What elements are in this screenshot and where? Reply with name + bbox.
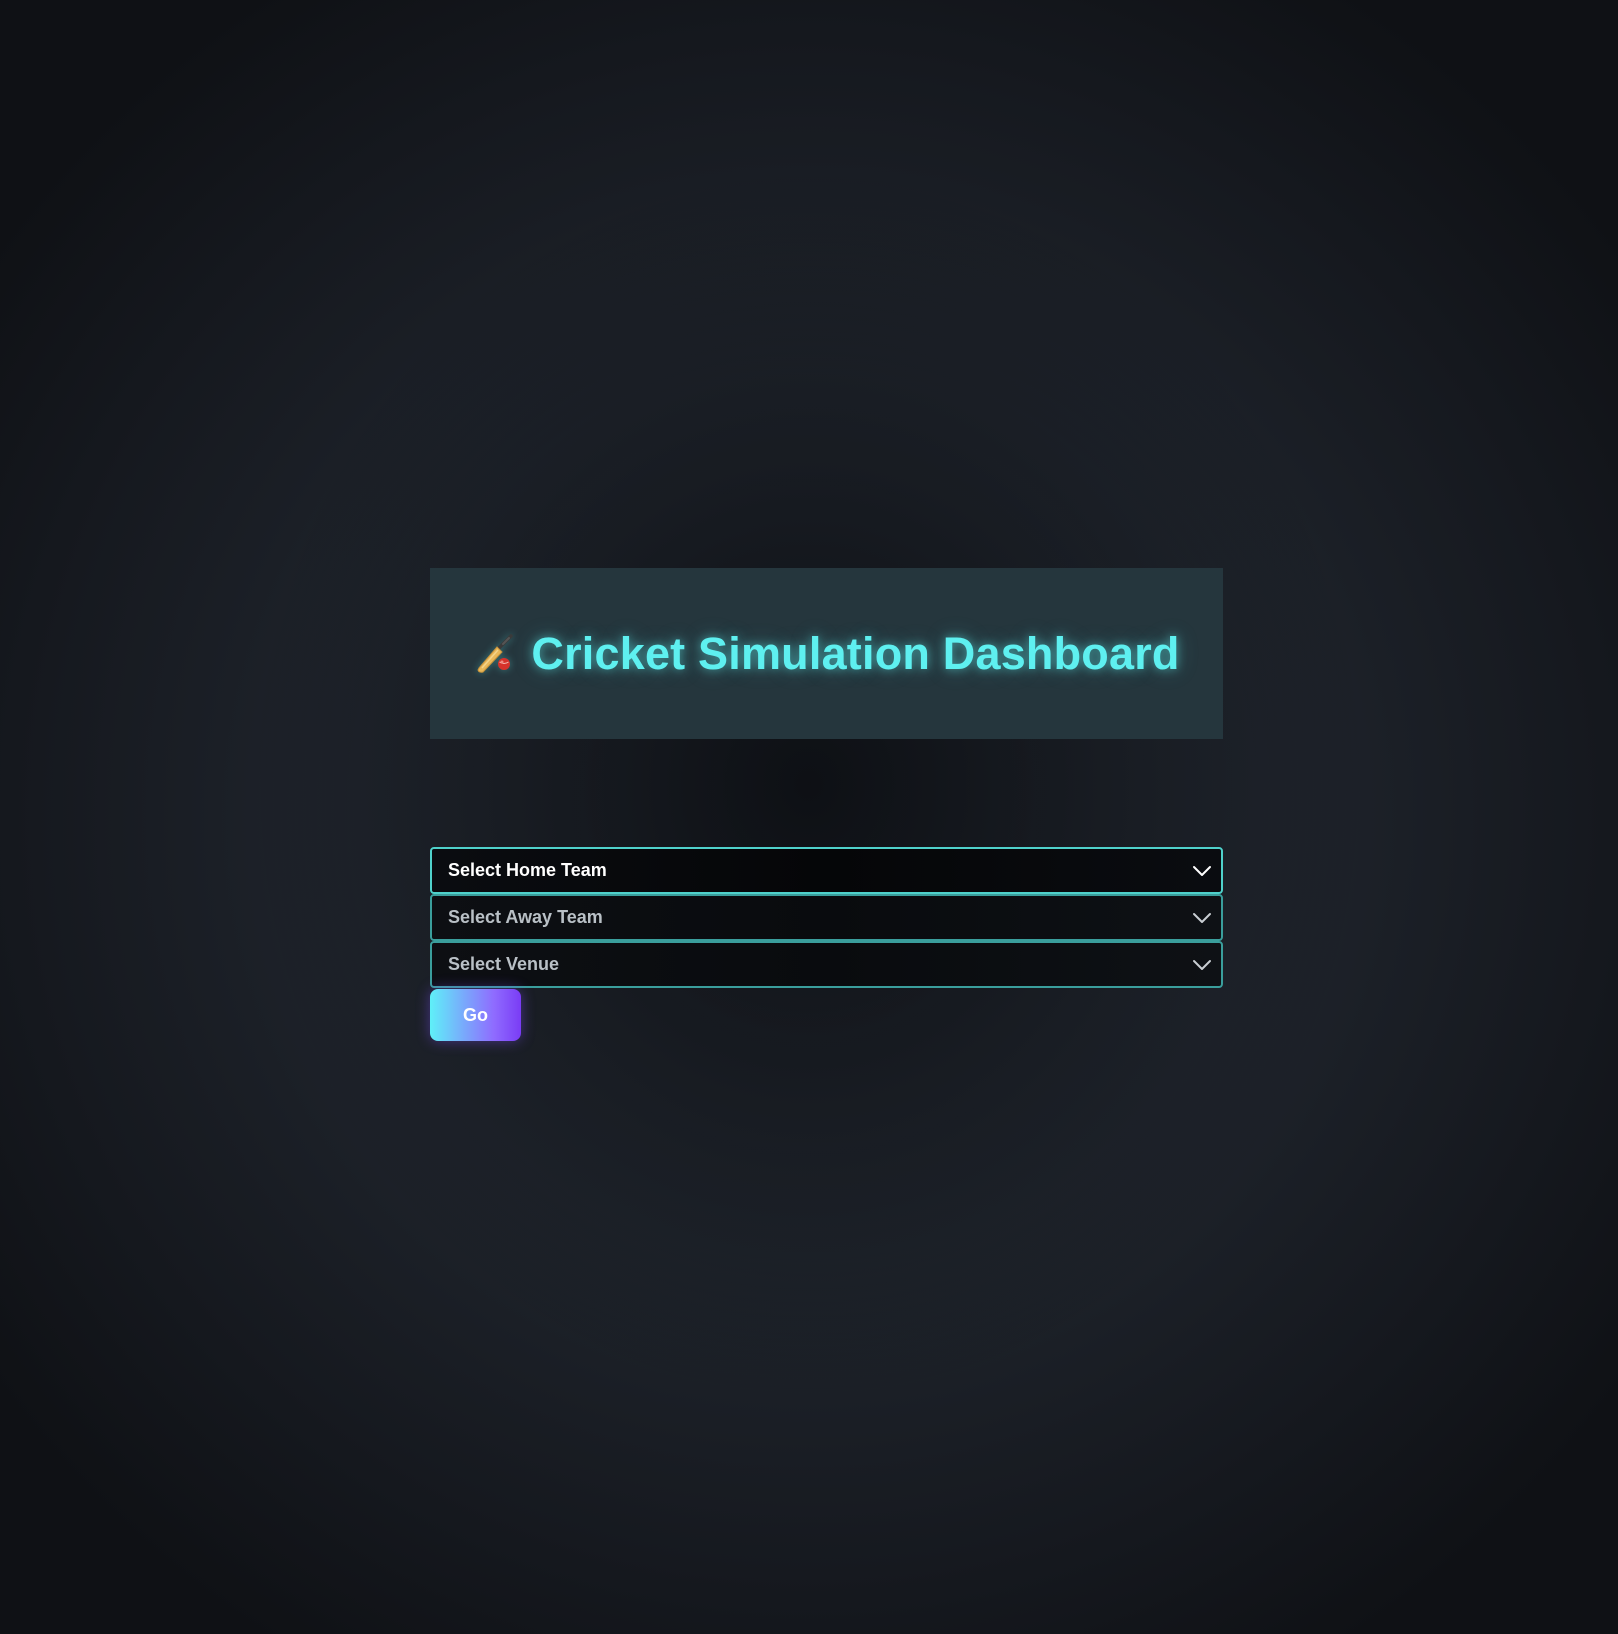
venue-select[interactable]: Select Venue <box>430 941 1223 988</box>
home-team-select-label: Select Home Team <box>448 860 607 880</box>
home-team-select[interactable]: Select Home Team <box>430 847 1223 894</box>
away-team-select-label: Select Away Team <box>448 907 603 927</box>
chevron-down-icon <box>1189 858 1215 884</box>
away-team-select[interactable]: Select Away Team <box>430 894 1223 941</box>
go-button[interactable]: Go <box>430 989 521 1041</box>
header-banner: Cricket Simulation Dashboard <box>430 568 1223 739</box>
cricket-bat-icon <box>473 632 517 676</box>
match-setup-form: Select Home Team Select Away Team Select… <box>430 847 1223 1041</box>
chevron-down-icon <box>1189 952 1215 978</box>
page-title: Cricket Simulation Dashboard <box>531 627 1180 679</box>
venue-select-label: Select Venue <box>448 954 560 974</box>
dashboard-container: Cricket Simulation Dashboard Select Home… <box>430 568 1223 1041</box>
chevron-down-icon <box>1189 905 1215 931</box>
page-title-wrapper: Cricket Simulation Dashboard <box>473 628 1179 680</box>
